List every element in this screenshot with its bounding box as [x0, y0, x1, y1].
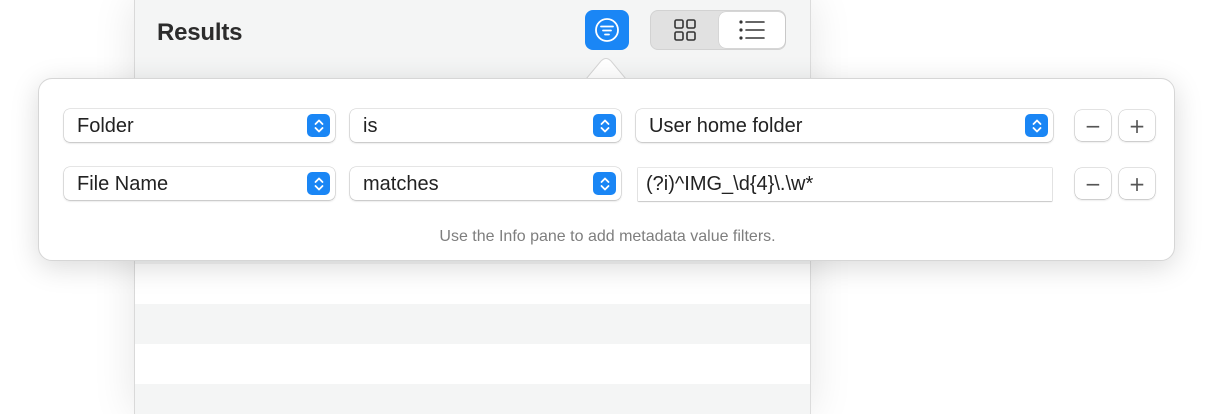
filter-row: Folder is User home folder − + [39, 109, 1176, 143]
list-item[interactable] [135, 264, 810, 304]
updown-chevron-icon [593, 114, 616, 137]
list-icon [739, 20, 765, 40]
filter-icon [595, 18, 619, 42]
filter-popover: Folder is User home folder − + File Name… [38, 78, 1175, 261]
results-header: Results [135, 0, 810, 64]
field-popup[interactable]: File Name [64, 167, 335, 200]
filter-button[interactable] [585, 10, 629, 50]
add-filter-button[interactable]: + [1119, 110, 1155, 141]
list-item[interactable] [135, 344, 810, 384]
view-mode-control [650, 10, 786, 50]
grid-view-button[interactable] [651, 11, 719, 49]
remove-filter-button[interactable]: − [1075, 168, 1111, 199]
operator-popup[interactable]: matches [350, 167, 621, 200]
updown-chevron-icon [593, 172, 616, 195]
field-popup-label: Folder [77, 115, 134, 137]
pattern-input[interactable] [638, 168, 1052, 201]
updown-chevron-icon [307, 172, 330, 195]
operator-popup-label: is [363, 115, 378, 137]
filter-row: File Name matches − + [39, 167, 1176, 201]
add-filter-button[interactable]: + [1119, 168, 1155, 199]
popover-arrow [586, 58, 626, 79]
grid-icon [674, 19, 696, 41]
field-popup[interactable]: Folder [64, 109, 335, 142]
updown-chevron-icon [1025, 114, 1048, 137]
page-title: Results [157, 19, 243, 46]
remove-filter-button[interactable]: − [1075, 110, 1111, 141]
list-item[interactable] [135, 304, 810, 344]
updown-chevron-icon [307, 114, 330, 137]
value-popup-label: User home folder [649, 115, 803, 137]
operator-popup[interactable]: is [350, 109, 621, 142]
list-view-button[interactable] [719, 12, 785, 48]
value-popup[interactable]: User home folder [636, 109, 1053, 142]
list-item[interactable] [135, 384, 810, 414]
operator-popup-label: matches [363, 173, 439, 195]
field-popup-label: File Name [77, 173, 169, 195]
info-hint-text: Use the Info pane to add metadata value … [439, 228, 776, 245]
